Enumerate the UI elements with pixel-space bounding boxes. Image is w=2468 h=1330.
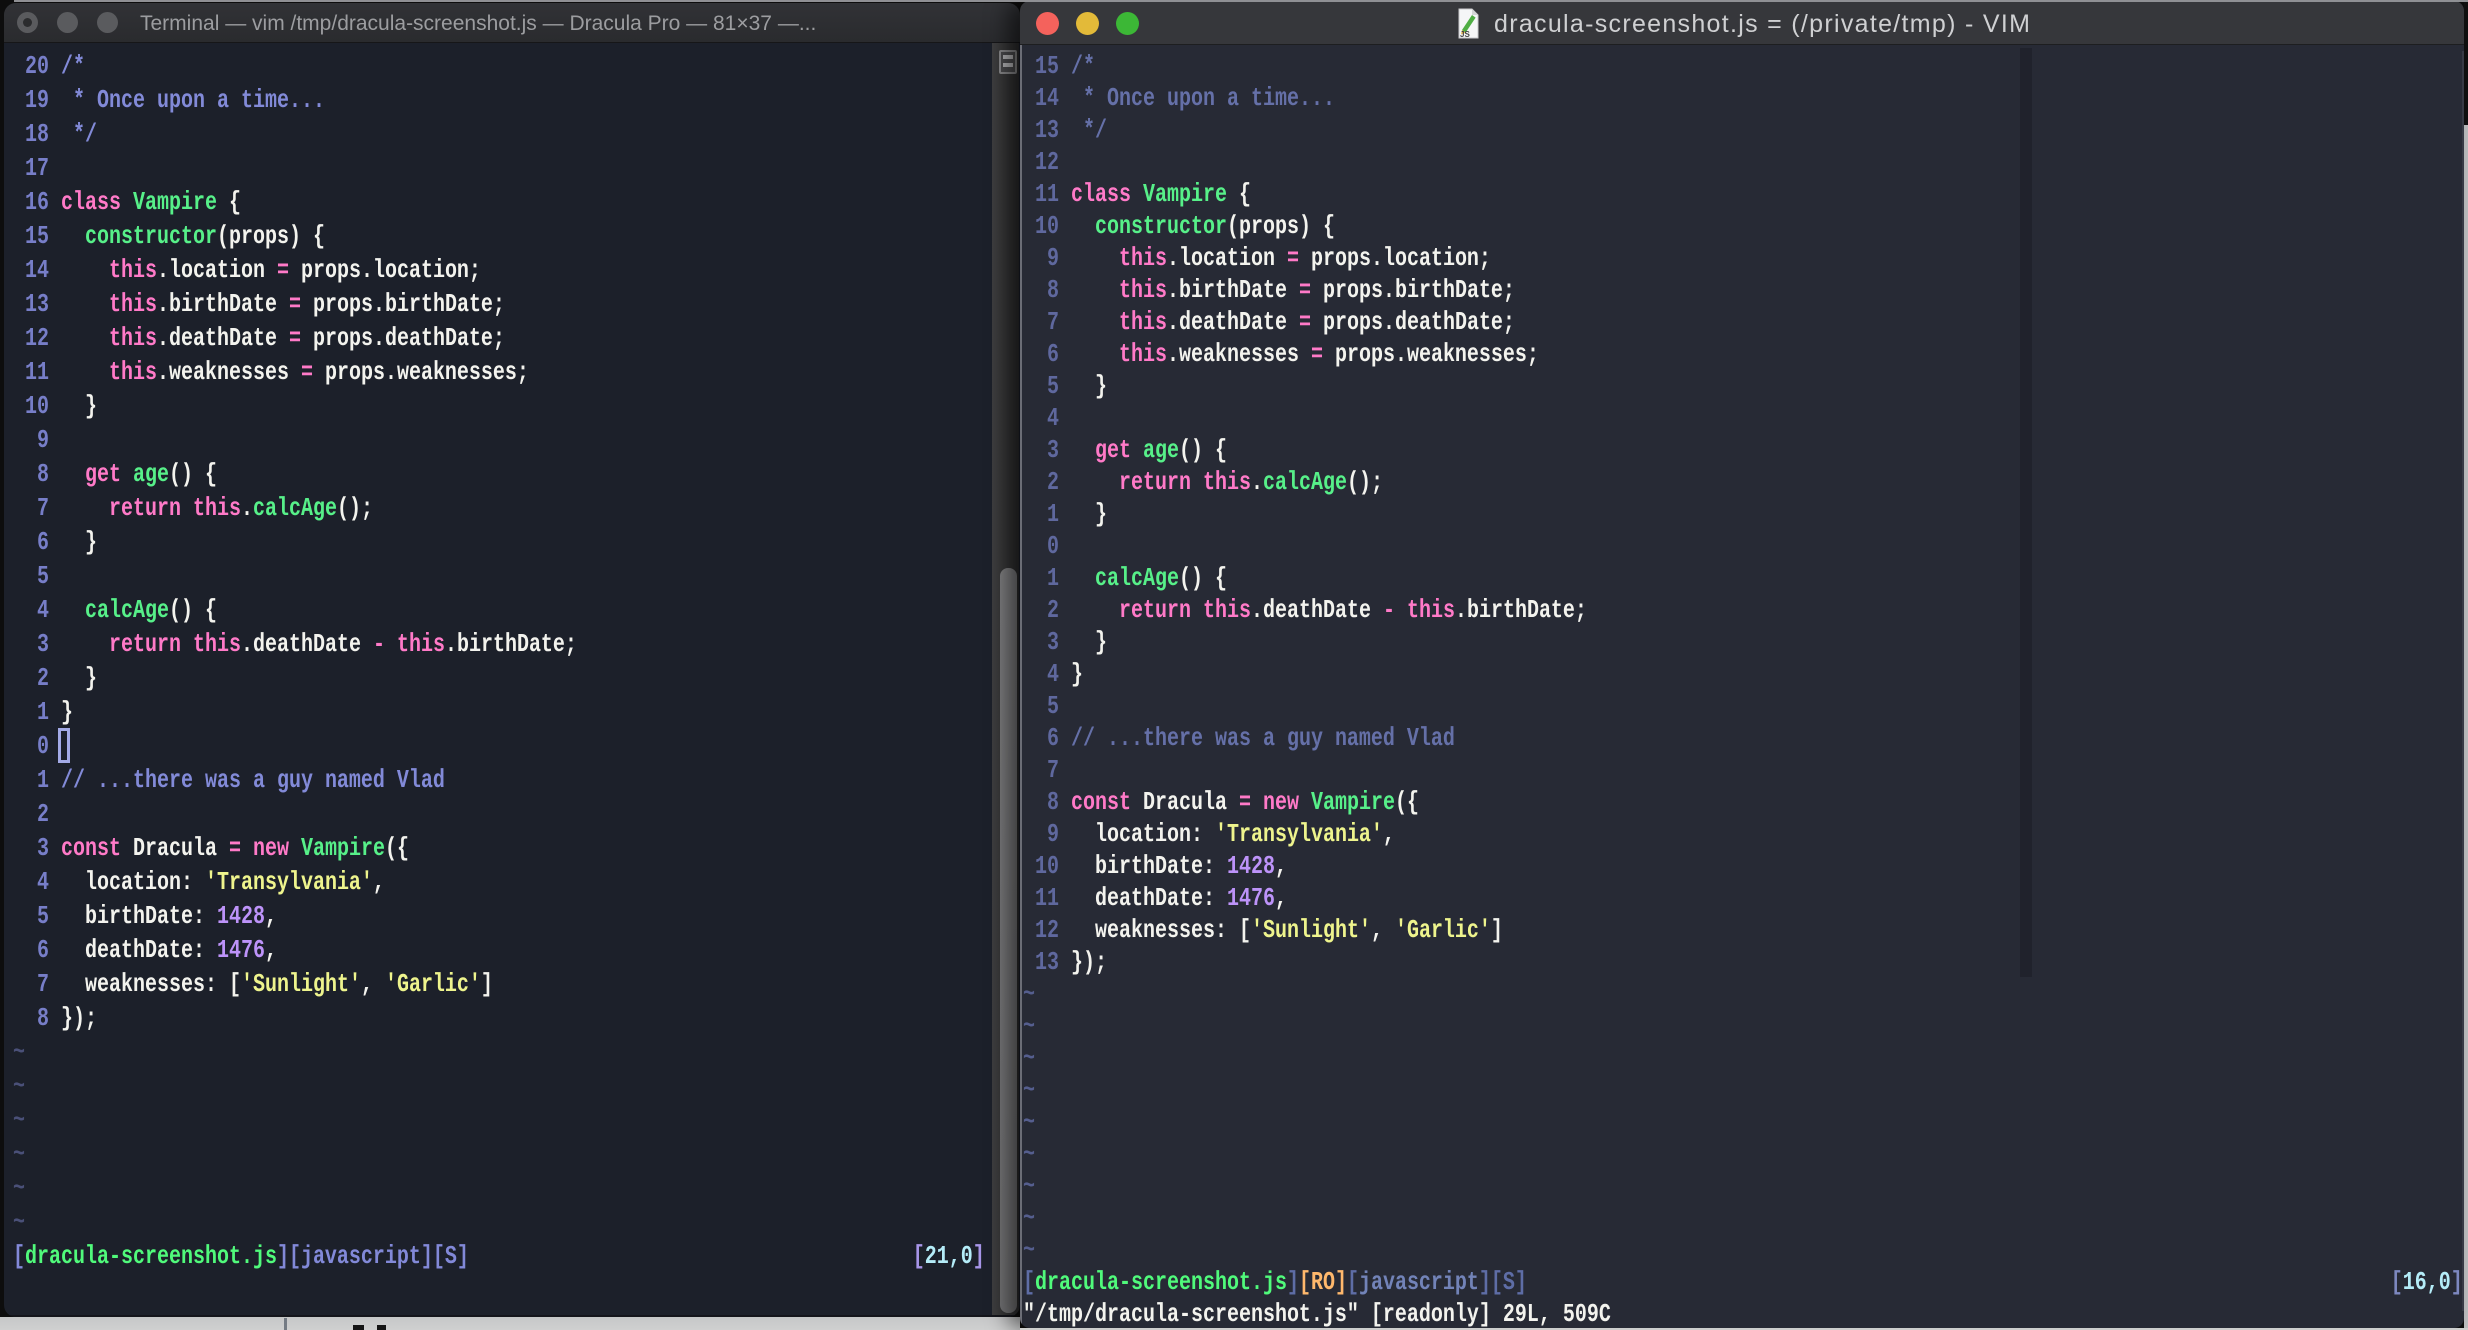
svg-text:JS: JS [1460,30,1470,39]
